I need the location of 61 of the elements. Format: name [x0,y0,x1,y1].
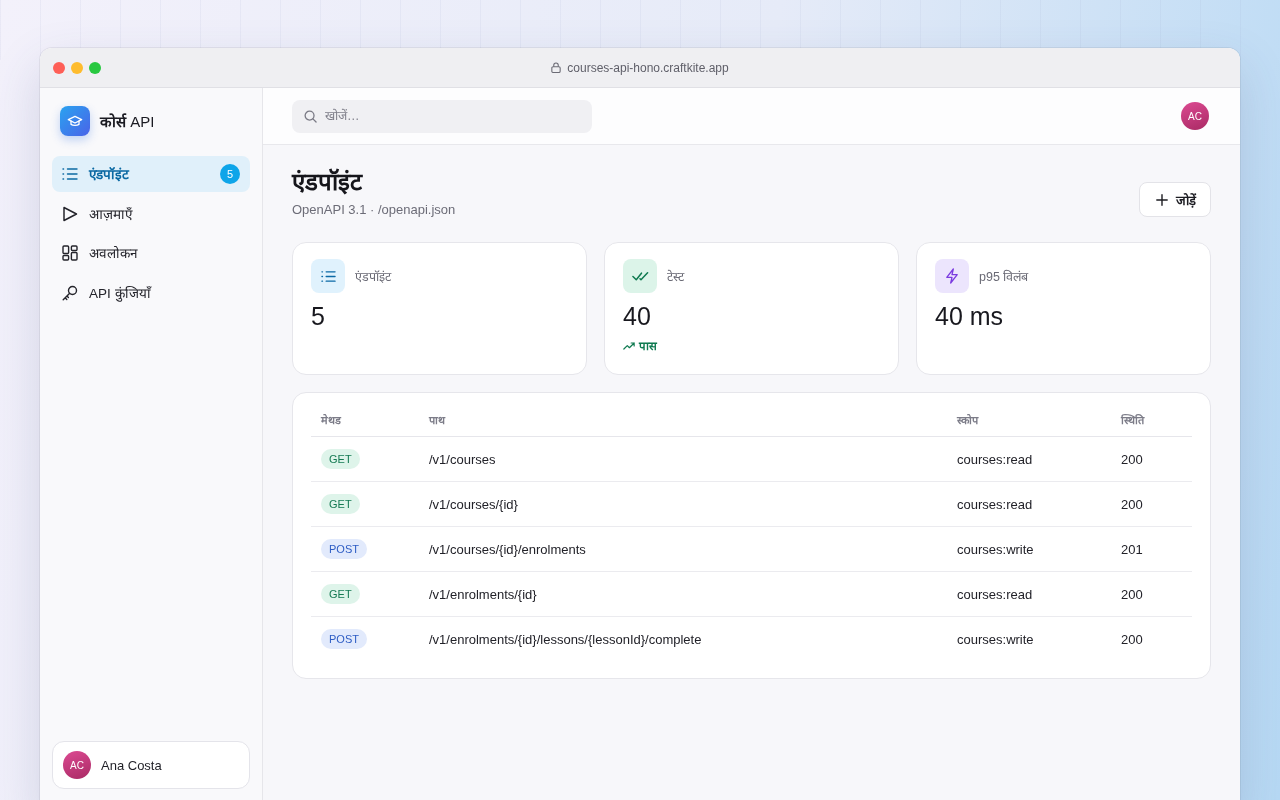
table-cell: courses:write [957,541,1034,557]
sidebar-item[interactable]: API कुंजियाँ [52,274,250,311]
lock-icon [551,62,562,73]
page-title: एंडपॉइंट [292,167,364,197]
key-icon [62,284,78,301]
table-cell: 200 [1121,631,1143,647]
user-avatar[interactable]: AC [1181,102,1209,130]
table-cell: courses:read [957,586,1033,602]
user-name: Ana Costa [101,757,162,773]
table-cell: /v1/courses/{id}/enrolments [429,541,586,557]
user-card[interactable]: AC Ana Costa [52,741,250,789]
table-cell: 201 [1121,541,1143,557]
table-cell: courses:write [957,631,1034,647]
sidebar-item[interactable]: एंडपॉइंट 5 [52,156,250,192]
trend-label: पास [639,339,657,353]
table-cell: /v1/enrolments/{id} [429,586,537,602]
search-field[interactable]: खोजें… [292,99,592,133]
close-window-icon[interactable] [53,61,65,74]
table-cell: /v1/courses [429,451,496,467]
sidebar-item[interactable]: अवलोकन [52,235,250,271]
table-cell: 200 [1121,496,1143,512]
maximize-window-icon[interactable] [89,61,101,74]
app-title: कोर्स API [100,112,155,131]
page-subtitle: OpenAPI 3.1 · /openapi.json [292,202,456,217]
column-header: स्कोप [955,412,980,427]
list-icon [62,166,78,182]
stat-value: 40 [623,301,652,332]
list-icon [311,259,345,293]
method-badge: POST [321,629,367,649]
sidebar-item[interactable]: आज़माएँ [52,195,250,232]
lightning-icon [935,259,969,293]
trend-up-icon [623,341,635,350]
table-cell: 200 [1121,451,1143,467]
table-cell: 200 [1121,586,1143,602]
table-cell: courses:read [957,496,1033,512]
stat-label: p95 विलंब [979,268,1029,285]
play-icon [62,205,78,222]
plus-icon [1156,193,1168,206]
grid-icon [62,245,78,261]
stat-value: 5 [311,301,326,332]
minimize-window-icon[interactable] [71,61,83,74]
graduation-cap-icon [60,106,90,136]
double-check-icon [623,259,657,293]
method-badge: POST [321,539,367,559]
count-badge: 5 [220,164,240,184]
user-avatar: AC [63,751,91,779]
stat-label: टेस्ट [667,268,684,285]
table-cell: /v1/courses/{id} [429,496,518,512]
stat-label: एंडपॉइंट [355,268,391,285]
table-cell: courses:read [957,451,1033,467]
method-badge: GET [321,449,360,469]
table-cell: /v1/enrolments/{id}/lessons/{lessonId}/complete [429,631,702,647]
stat-value: 40 ms [935,301,1005,332]
add-button[interactable]: जोड़ें [1139,182,1211,217]
column-header: स्थिति [1119,412,1146,427]
search-icon [304,109,317,123]
method-badge: GET [321,494,360,514]
column-header: पाथ [427,412,447,427]
column-header: मेथड [319,412,343,427]
address-text: courses-api-hono.craftkite.app [567,60,729,75]
method-badge: GET [321,584,360,604]
